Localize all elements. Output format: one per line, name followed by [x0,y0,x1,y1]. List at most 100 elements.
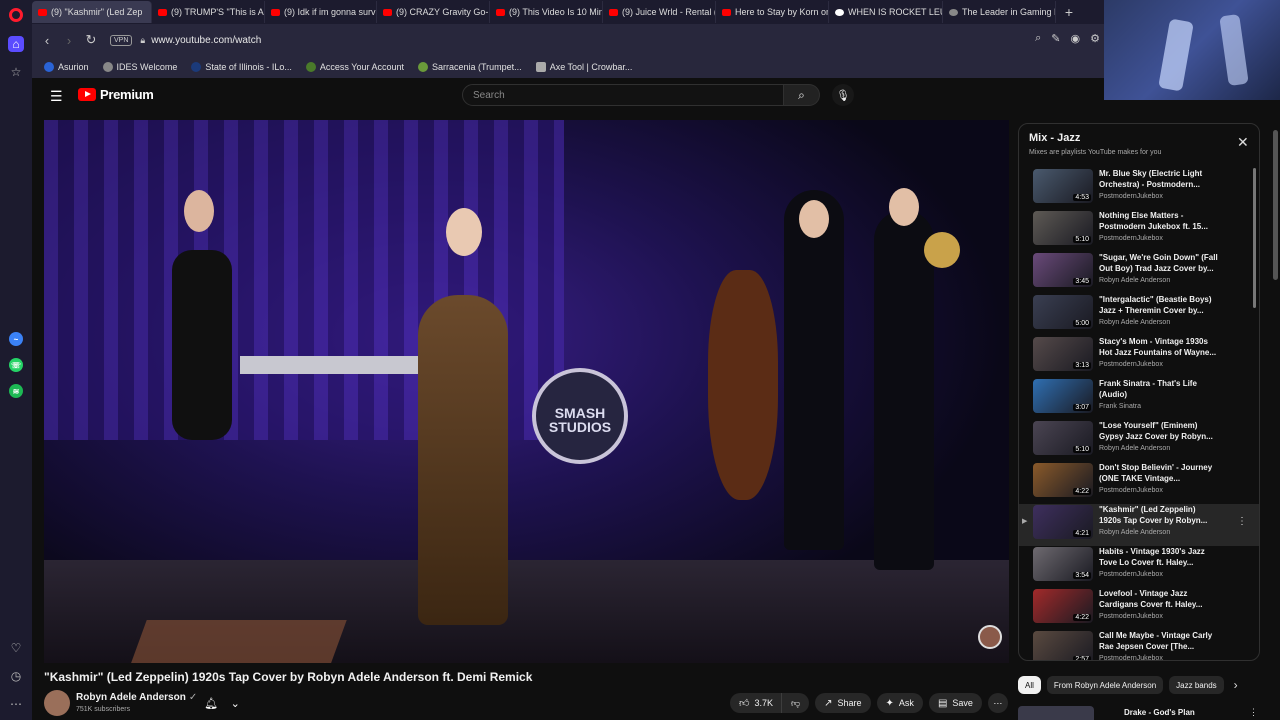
video-thumbnail[interactable]: 3:54 [1033,547,1093,581]
search-button[interactable]: ⌕ [784,84,820,106]
video-thumbnail[interactable]: 3:07 [1033,379,1093,413]
playlist-item[interactable]: 4:22 Lovefool - Vintage Jazz Cardigans Co… [1019,588,1259,630]
heart-icon[interactable]: ♡ [8,640,24,656]
more-icon[interactable]: ⋮ [1237,516,1247,527]
video-thumbnail[interactable]: 4:21 [1033,505,1093,539]
chevron-right-icon[interactable]: › [1234,678,1238,692]
settings-icon[interactable]: ⚙ [1090,32,1100,45]
bookmark-axe-tool[interactable]: Axe Tool | Crowbar... [535,62,632,72]
tab-juice-wrld[interactable]: (9) Juice Wrld - Rental (un [603,1,716,23]
save-button[interactable]: ▤ Save [928,693,982,713]
opera-logo-icon[interactable] [9,8,23,22]
close-icon[interactable]: ✕ [1237,134,1249,151]
new-tab-button[interactable]: + [1060,4,1078,20]
reload-icon[interactable]: ↻ [80,32,102,48]
video-thumbnail[interactable]: 5:10 [1033,211,1093,245]
forward-icon[interactable]: › [58,33,80,48]
tab-rocket-league[interactable]: WHEN IS ROCKET LEUAGE [829,1,943,23]
tab-gravity[interactable]: (9) CRAZY Gravity Go-Kar [377,1,490,23]
tab-idk[interactable]: (9) Idk if im gonna survi [265,1,377,23]
channel-name[interactable]: Robyn Adele Anderson ✓ [76,692,197,703]
playlist-item[interactable]: ▶ 4:21 "Kashmir" (Led Zeppelin) 1920s Tap … [1019,504,1259,546]
playlist-item[interactable]: 4:53 Mr. Blue Sky (Electric Light Orchest… [1019,168,1259,210]
whatsapp-icon[interactable]: ☏ [9,358,23,372]
tab-gaming[interactable]: The Leader in Gaming Ene [943,1,1056,23]
tab-korn[interactable]: Here to Stay by Korn on P [716,1,829,23]
playlist-item[interactable]: 2:57 Call Me Maybe - Vintage Carly Rae Je… [1019,630,1259,660]
history-icon[interactable]: ◷ [8,668,24,684]
spotify-icon[interactable]: ≋ [9,384,23,398]
camera-icon[interactable]: ◉ [1071,32,1081,45]
dislike-button[interactable]: 👎︎ [780,693,810,713]
home-icon[interactable]: ⌂ [8,36,24,52]
playlist-scrollbar[interactable] [1253,168,1256,308]
youtube-logo[interactable]: Premium [78,87,154,102]
chip-jazz-bands[interactable]: Jazz bands [1169,676,1224,694]
video-thumbnail[interactable]: 4:22 [1033,463,1093,497]
video-thumbnail[interactable] [1018,706,1094,720]
tab-10-minutes[interactable]: (9) This Video Is 10 Minut [490,1,603,23]
vpn-badge[interactable]: VPN [110,34,133,46]
chip-from-channel[interactable]: From Robyn Adele Anderson [1046,676,1164,694]
playlist-item-text: "Kashmir" (Led Zeppelin) 1920s Tap Cover… [1099,504,1219,536]
playlist-item[interactable]: 3:13 Stacy's Mom - Vintage 1930s Hot Jazz… [1019,336,1259,378]
page-scrollbar[interactable] [1273,130,1278,280]
tab-kashmir[interactable]: (9) "Kashmir" (Led Zep [32,1,152,23]
bookmark-ides[interactable]: IDES Welcome [102,62,177,72]
playlist-item-text: Mr. Blue Sky (Electric Light Orchestra) … [1099,168,1219,200]
playlist-item[interactable]: 3:07 Frank Sinatra - That's Life (Audio) F… [1019,378,1259,420]
menu-icon[interactable]: ☰ [50,88,63,105]
avatar[interactable] [44,690,70,716]
video-thumbnail[interactable]: 5:10 [1033,421,1093,455]
more-icon[interactable]: ⋯ [8,696,24,712]
notification-button[interactable]: 🔔︎ ⌄ [198,693,246,713]
search-input[interactable]: Search [462,84,784,106]
video-thumbnail[interactable]: 5:00 [1033,295,1093,329]
messenger-icon[interactable]: ~ [9,332,23,346]
url-field[interactable]: www.youtube.com/watch [151,35,261,46]
video-thumbnail[interactable]: 2:57 [1033,631,1093,660]
video-thumbnail[interactable]: 4:53 [1033,169,1093,203]
bookmark-icon[interactable]: ☆ [8,64,24,80]
playlist-item[interactable]: 5:10 "Lose Yourself" (Eminem) Gypsy Jazz … [1019,420,1259,462]
channel-watermark[interactable] [978,625,1002,649]
edit-icon[interactable]: ✎ [1051,32,1060,45]
playlist-item-text: Stacy's Mom - Vintage 1930s Hot Jazz Fou… [1099,336,1219,368]
playlist-item[interactable]: 3:54 Habits - Vintage 1930's Jazz Tove Lo… [1019,546,1259,588]
ask-button[interactable]: ✦ Ask [876,693,923,713]
playlist-item-channel: PostmodernJukebox [1099,571,1163,578]
playlist-item[interactable]: 5:00 "Intergalactic" (Beastie Boys) Jazz … [1019,294,1259,336]
more-icon[interactable]: ⋮ [1249,707,1258,718]
bookmark-asurion[interactable]: Asurion [44,62,89,72]
playlist-title: Mix - Jazz [1029,132,1081,144]
back-icon[interactable]: ‹ [36,33,58,48]
playlist-item[interactable]: 5:10 Nothing Else Matters - Postmodern Ju… [1019,210,1259,252]
more-actions-button[interactable]: ⋯ [987,693,1008,713]
lock-icon[interactable]: 🔒︎ [140,35,145,46]
search-icon[interactable]: ⌕ [1035,32,1041,45]
duration-badge: 5:00 [1073,320,1091,327]
bookmark-sarracenia[interactable]: Sarracenia (Trumpet... [417,62,522,72]
video-thumbnail[interactable]: 3:45 [1033,253,1093,287]
bookmark-illinois[interactable]: State of Illinois - ILo... [191,62,292,72]
youtube-icon [158,8,167,16]
share-button[interactable]: ↗ Share [815,693,871,713]
thumbs-down-icon: 👎︎ [790,697,801,708]
chip-all[interactable]: All [1018,676,1041,694]
bookmark-account[interactable]: Access Your Account [305,62,404,72]
video-thumbnail[interactable]: 4:22 [1033,589,1093,623]
list-item[interactable]: Drake - God's Plan ⋮ [1018,706,1260,720]
bell-icon: 🔔︎ [204,697,219,710]
like-button[interactable]: 👍︎ 3.7K [730,693,781,713]
playlist-item-title: Don't Stop Believin' - Journey (ONE TAKE… [1099,463,1213,483]
more-icon: ⋯ [993,697,1003,708]
video-thumbnail[interactable]: 3:13 [1033,337,1093,371]
playlist-item-title: "Lose Yourself" (Eminem) Gypsy Jazz Cove… [1099,421,1213,441]
tab-trump[interactable]: (9) TRUMP'S "This is Amer [152,1,265,23]
voice-search-button[interactable]: 🎙︎ [832,84,854,106]
playlist-item[interactable]: 3:45 "Sugar, We're Goin Down" (Fall Out B… [1019,252,1259,294]
playlist-item[interactable]: 4:22 Don't Stop Believin' - Journey (ONE … [1019,462,1259,504]
video-player[interactable]: SMASH STUDIOS [44,120,1009,663]
save-icon: ▤ [937,697,948,709]
ask-label: Ask [898,698,914,708]
